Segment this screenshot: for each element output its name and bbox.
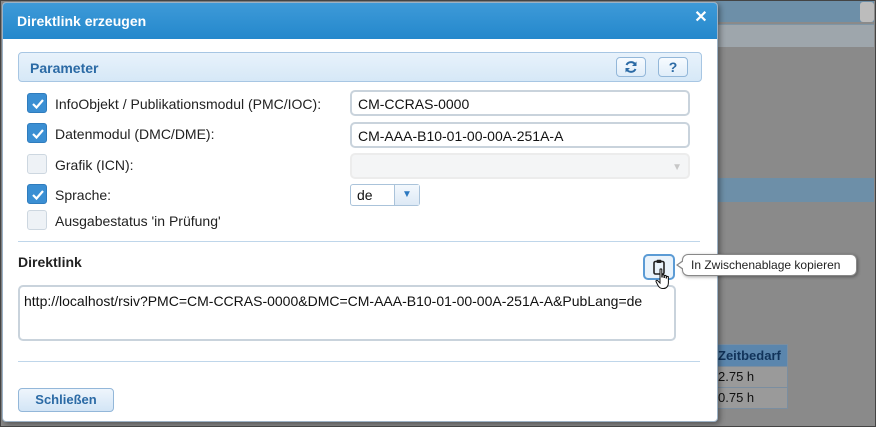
copy-tooltip: In Zwischenablage kopieren xyxy=(676,254,857,276)
close-button[interactable]: Schließen xyxy=(18,388,114,412)
dmc-input[interactable]: CM-AAA-B10-01-00-00A-251A-A xyxy=(350,122,690,148)
background-table: Zeitbedarf 2.75 h 0.75 h xyxy=(714,344,788,409)
checkmark-icon xyxy=(32,129,44,140)
sprache-select[interactable]: de ▼ xyxy=(350,184,420,206)
sprache-label: Sprache: xyxy=(55,187,112,203)
icn-label: Grafik (ICN): xyxy=(55,157,134,173)
background-header xyxy=(716,0,874,22)
parameter-header-label: Parameter xyxy=(30,60,99,76)
pmc-input[interactable]: CM-CCRAS-0000 xyxy=(350,90,690,116)
background-table-cell: 0.75 h xyxy=(715,387,787,408)
direktlink-dialog: Direktlink erzeugen ✕ Parameter ? InfoOb… xyxy=(2,2,718,422)
divider xyxy=(18,361,700,362)
help-button[interactable]: ? xyxy=(658,57,688,77)
background-table-header: Zeitbedarf xyxy=(715,345,787,366)
sprache-checkbox[interactable] xyxy=(27,184,47,204)
refresh-button[interactable] xyxy=(616,57,646,77)
dmc-label: Datenmodul (DMC/DME): xyxy=(55,126,215,142)
ausgabestatus-label: Ausgabestatus 'in Prüfung' xyxy=(55,213,221,229)
icn-checkbox[interactable] xyxy=(27,154,47,174)
background-button xyxy=(860,2,874,22)
divider xyxy=(18,241,700,242)
hand-cursor-icon xyxy=(655,268,669,289)
parameter-header: Parameter ? xyxy=(18,52,702,82)
direktlink-textarea[interactable]: http://localhost/rsiv?PMC=CM-CCRAS-0000&… xyxy=(18,285,676,341)
close-icon[interactable]: ✕ xyxy=(693,10,709,26)
refresh-icon xyxy=(625,61,637,73)
help-icon: ? xyxy=(668,59,678,75)
chevron-down-icon: ▼ xyxy=(672,162,682,173)
background-toolbar xyxy=(716,24,874,47)
checkmark-icon xyxy=(32,99,44,110)
pmc-label: InfoObjekt / Publikationsmodul (PMC/IOC)… xyxy=(55,96,322,112)
direktlink-label: Direktlink xyxy=(18,254,82,270)
background-table-cell: 2.75 h xyxy=(715,366,787,387)
pmc-checkbox[interactable] xyxy=(27,93,47,113)
dialog-title: Direktlink erzeugen xyxy=(17,13,147,29)
dialog-titlebar: Direktlink erzeugen ✕ xyxy=(3,3,717,39)
checkmark-icon xyxy=(32,190,44,201)
ausgabestatus-checkbox[interactable] xyxy=(27,210,47,230)
sprache-value: de xyxy=(357,187,373,203)
chevron-down-icon[interactable]: ▼ xyxy=(394,185,419,205)
dmc-checkbox[interactable] xyxy=(27,123,47,143)
background-section-header xyxy=(716,178,874,202)
icn-input: ▼ xyxy=(350,153,690,179)
